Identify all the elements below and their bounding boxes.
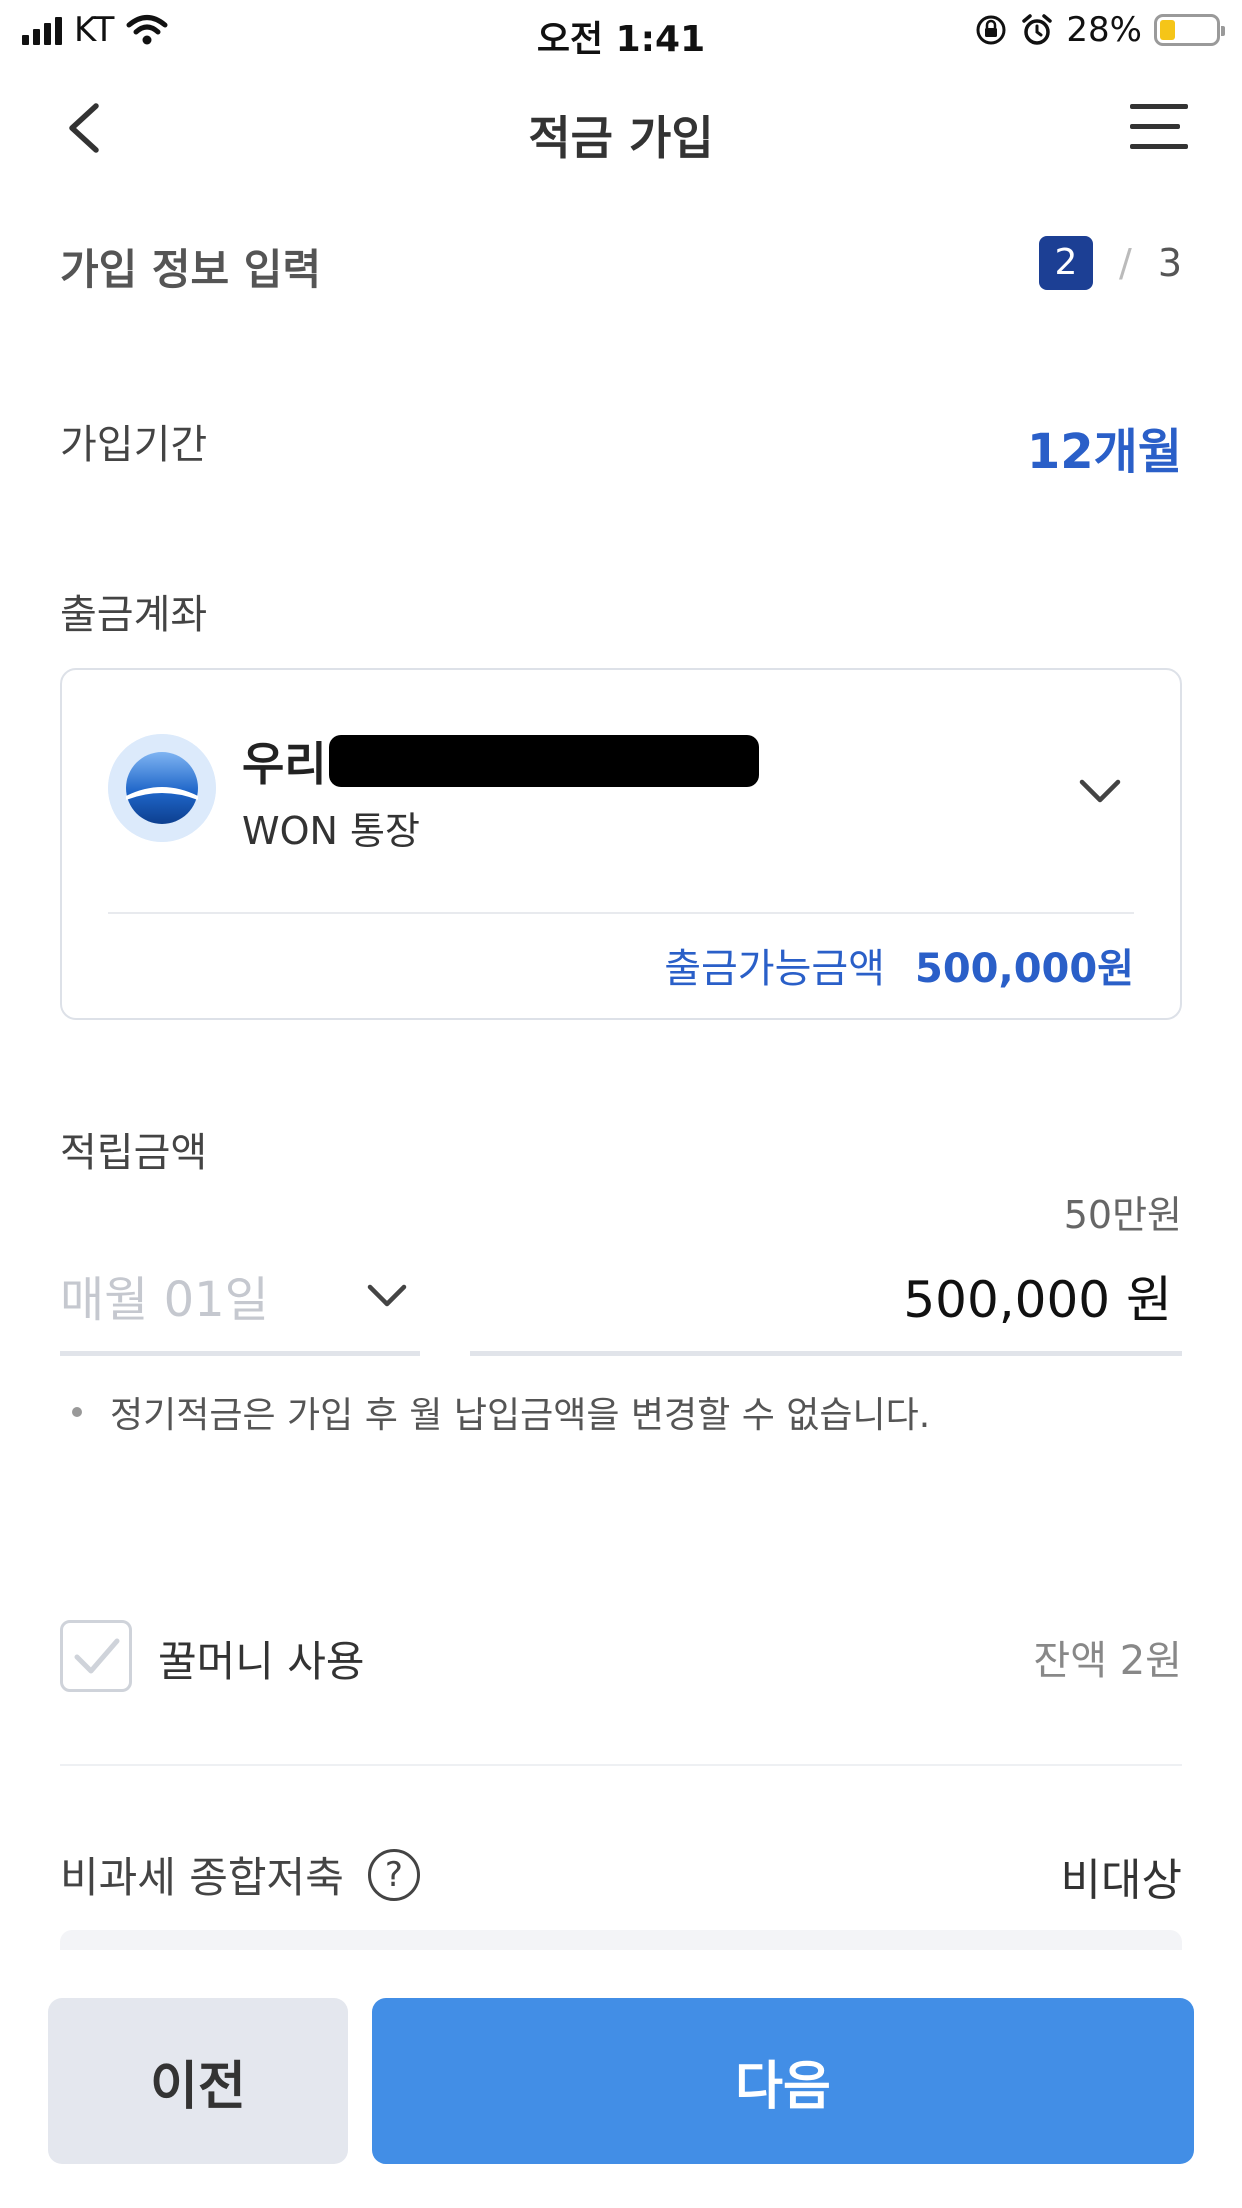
step-title: 가입 정보 입력 [60, 245, 322, 294]
checkmark-icon [74, 1638, 120, 1674]
deposit-note-text: 정기적금은 가입 후 월 납입금액을 변경할 수 없습니다. [110, 1395, 931, 1436]
period-value: 12개월 [1026, 424, 1182, 480]
available-label: 출금가능금액 [664, 946, 885, 992]
alarm-icon [1022, 14, 1053, 45]
payment-date-select[interactable]: 매월 01일 [60, 1236, 420, 1356]
deposit-amount-input[interactable]: 500,000 원 [470, 1236, 1182, 1356]
honey-money-balance: 잔액 2원 [1033, 1638, 1182, 1684]
bottom-action-bar: 이전 다음 [0, 1950, 1242, 2208]
step-total: 3 [1157, 241, 1182, 285]
nav-bar: 적금 가입 [0, 62, 1242, 192]
help-icon[interactable]: ? [367, 1848, 420, 1901]
payment-date-placeholder: 매월 01일 [60, 1272, 269, 1328]
menu-icon[interactable] [1128, 100, 1190, 154]
bank-logo-icon [108, 734, 216, 842]
deposit-label: 적립금액 [60, 1130, 208, 1176]
chevron-down-icon [367, 1284, 407, 1307]
honey-money-checkbox[interactable] [60, 1620, 132, 1692]
available-balance: 출금가능금액 500,000원 [664, 936, 1134, 994]
amount-hint: 50만원 [1063, 1193, 1182, 1237]
account-type: WON 통장 [242, 809, 420, 853]
battery-fill [1160, 20, 1176, 40]
battery-percent: 28% [1066, 10, 1142, 50]
tax-free-value: 비대상 [1060, 1855, 1182, 1906]
next-button[interactable]: 다음 [372, 1998, 1194, 2164]
tax-free-label: 비과세 종합저축 [60, 1853, 344, 1902]
card-divider [108, 912, 1134, 914]
chevron-down-icon[interactable] [1076, 766, 1124, 814]
step-indicator: 2 / 3 [1039, 236, 1182, 290]
account-name: 우리 [242, 728, 759, 794]
deposit-amount-value: 500,000 원 [903, 1271, 1172, 1329]
deposit-note: 정기적금은 가입 후 월 납입금액을 변경할 수 없습니다. [72, 1386, 930, 1438]
step-current-badge: 2 [1039, 236, 1093, 290]
prev-button[interactable]: 이전 [48, 1998, 348, 2164]
bank-name: 우리 [242, 737, 327, 791]
status-bar: KT 오전 1:41 28% [0, 0, 1242, 62]
battery-icon [1154, 14, 1225, 46]
bullet-icon [72, 1407, 82, 1417]
status-bar-right: 28% [974, 10, 1225, 50]
step-separator: / [1119, 241, 1132, 285]
redacted-account-number [328, 735, 759, 787]
period-label: 가입기간 [60, 422, 208, 468]
account-label: 출금계좌 [60, 592, 208, 638]
rotation-lock-icon [976, 15, 1006, 45]
honey-money-label[interactable]: 꿀머니 사용 [158, 1628, 365, 1689]
available-amount: 500,000원 [915, 946, 1134, 992]
account-select-card[interactable]: 우리 WON 통장 출금가능금액 500,000원 [60, 668, 1182, 1020]
tax-free-savings-row: 비과세 종합저축 ? [60, 1844, 420, 1905]
section-divider [60, 1764, 1182, 1766]
page-title: 적금 가입 [528, 111, 714, 165]
